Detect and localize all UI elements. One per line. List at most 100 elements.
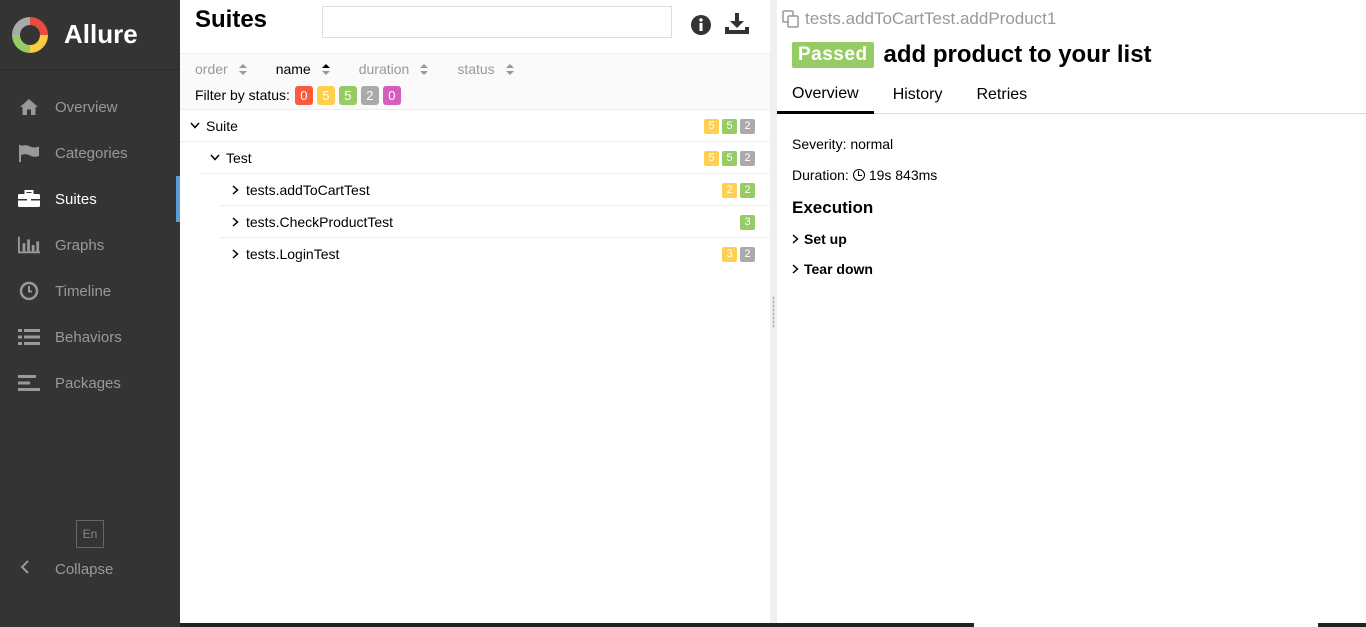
- count-broken: 5: [704, 119, 719, 134]
- copy-icon[interactable]: [782, 10, 800, 28]
- filter-passed[interactable]: 5: [338, 85, 357, 105]
- tree-row-label: tests.LoginTest: [246, 246, 340, 262]
- sidebar-item-packages[interactable]: Packages: [0, 360, 180, 406]
- row-counts: 5 5 2: [704, 119, 755, 134]
- duration-label: Duration:: [792, 166, 849, 183]
- count-passed: 5: [722, 151, 737, 166]
- collapse-button[interactable]: Collapse: [20, 560, 113, 578]
- count-broken: 2: [722, 183, 737, 198]
- sidebar-menu: Overview Categories Suites Graphs Timeli…: [0, 84, 180, 406]
- filter-skipped[interactable]: 2: [360, 85, 379, 105]
- sidebar-item-categories[interactable]: Categories: [0, 130, 180, 176]
- sidebar-item-graphs[interactable]: Graphs: [0, 222, 180, 268]
- sidebar-item-label: Timeline: [55, 282, 112, 300]
- row-counts: 3 2: [722, 247, 755, 262]
- severity: Severity: normal: [792, 135, 894, 152]
- chevron-left-icon: [20, 560, 40, 578]
- sort-row: order name duration status: [195, 54, 770, 82]
- suites-pane: Suites order name duration status Filter…: [180, 0, 770, 627]
- info-icon[interactable]: [690, 14, 712, 36]
- tree-row-label: Suite: [206, 117, 238, 134]
- suites-tree: Suite 5 5 2 Test 5 5 2 tests.addToCartTe…: [180, 110, 770, 270]
- tab-retries[interactable]: Retries: [961, 76, 1042, 114]
- chevron-down-icon: [190, 121, 200, 131]
- count-skipped: 2: [740, 119, 755, 134]
- sort-icon: [238, 63, 247, 75]
- sort-icon: [505, 63, 514, 75]
- row-counts: 5 5 2: [704, 151, 755, 166]
- sidebar-item-behaviors[interactable]: Behaviors: [0, 314, 180, 360]
- briefcase-icon: [18, 188, 40, 210]
- filter-failed[interactable]: 0: [294, 85, 313, 105]
- sidebar-item-label: Graphs: [55, 236, 105, 254]
- search-input[interactable]: [322, 6, 672, 38]
- sidebar-item-overview[interactable]: Overview: [0, 84, 180, 130]
- sort-by-status[interactable]: status: [457, 61, 514, 77]
- status-filter: Filter by status: 0 5 5 2 0: [195, 82, 770, 108]
- chevron-right-icon: [792, 264, 802, 274]
- clock-icon: [852, 168, 865, 181]
- filter-unknown[interactable]: 0: [382, 85, 401, 105]
- scrollbar-thumb[interactable]: [974, 623, 1318, 627]
- tab-overview[interactable]: Overview: [777, 76, 874, 114]
- chevron-right-icon: [230, 184, 240, 195]
- step-tear-down[interactable]: Tear down: [792, 254, 937, 284]
- step-set-up[interactable]: Set up: [792, 224, 937, 254]
- sort-icon: [419, 63, 429, 75]
- test-name: add product to your list: [883, 41, 1152, 68]
- splitter-grip[interactable]: [772, 296, 775, 328]
- sidebar-item-timeline[interactable]: Timeline: [0, 268, 180, 314]
- sort-icon: [321, 63, 330, 75]
- horizontal-scrollbar[interactable]: [180, 623, 1366, 627]
- download-icon[interactable]: [724, 12, 750, 38]
- sidebar-item-label: Packages: [55, 374, 121, 392]
- home-icon: [18, 96, 40, 118]
- flag-icon: [18, 142, 40, 164]
- overview-content: Severity: normal Duration: 19s 843ms Exe…: [792, 128, 937, 284]
- sort-by-name[interactable]: name: [275, 61, 330, 77]
- sort-label: order: [195, 61, 228, 77]
- status-badge: Passed: [792, 42, 874, 68]
- sort-label: duration: [358, 61, 410, 77]
- brand[interactable]: Allure: [0, 0, 180, 70]
- duration-value: 19s 843ms: [868, 166, 938, 183]
- sort-label: status: [457, 61, 495, 77]
- sort-by-duration[interactable]: duration: [358, 61, 429, 77]
- sidebar-item-label: Behaviors: [55, 328, 122, 346]
- filter-broken[interactable]: 5: [316, 85, 335, 105]
- tree-row-label: tests.addToCartTest: [246, 181, 370, 198]
- tree-row-test[interactable]: Test 5 5 2: [200, 142, 770, 174]
- language-switch[interactable]: En: [76, 520, 104, 548]
- page-title: Suites: [195, 6, 268, 33]
- count-passed: 3: [740, 215, 755, 230]
- row-counts: 2 2: [722, 183, 755, 198]
- sidebar: Allure Overview Categories Suites Graphs: [0, 0, 180, 627]
- count-passed: 5: [722, 119, 737, 134]
- test-title: Passed add product to your list: [792, 41, 1152, 69]
- tree-row-label: Test: [226, 149, 252, 166]
- count-passed: 2: [740, 183, 755, 198]
- tree-row-logintest[interactable]: tests.LoginTest 3 2: [220, 238, 770, 270]
- test-path-text: tests.addToCartTest.addProduct1: [805, 9, 1057, 28]
- sidebar-item-label: Overview: [55, 98, 118, 116]
- chevron-right-icon: [230, 249, 240, 259]
- sort-by-order[interactable]: order: [195, 61, 247, 77]
- tree-row-suite[interactable]: Suite 5 5 2: [180, 110, 770, 142]
- sidebar-item-suites[interactable]: Suites: [0, 176, 180, 222]
- chevron-right-icon: [792, 234, 802, 244]
- pane-splitter[interactable]: [770, 0, 777, 627]
- sort-label: name: [275, 61, 311, 77]
- execution-title: Execution: [792, 198, 874, 217]
- tab-history[interactable]: History: [878, 76, 958, 114]
- tree-row-addtocarttest[interactable]: tests.addToCartTest 2 2: [220, 174, 770, 206]
- count-broken: 3: [722, 247, 737, 262]
- step-label: Set up: [804, 231, 847, 247]
- tree-row-label: tests.CheckProductTest: [246, 213, 394, 230]
- clock-icon: [18, 280, 40, 302]
- chevron-down-icon: [210, 153, 220, 163]
- detail-tabs: Overview History Retries: [777, 76, 1366, 114]
- filter-label: Filter by status:: [195, 87, 290, 103]
- tree-row-checkproducttest[interactable]: tests.CheckProductTest 3: [220, 206, 770, 238]
- test-detail-pane: tests.addToCartTest.addProduct1 Passed a…: [777, 0, 1366, 627]
- count-broken: 5: [704, 151, 719, 166]
